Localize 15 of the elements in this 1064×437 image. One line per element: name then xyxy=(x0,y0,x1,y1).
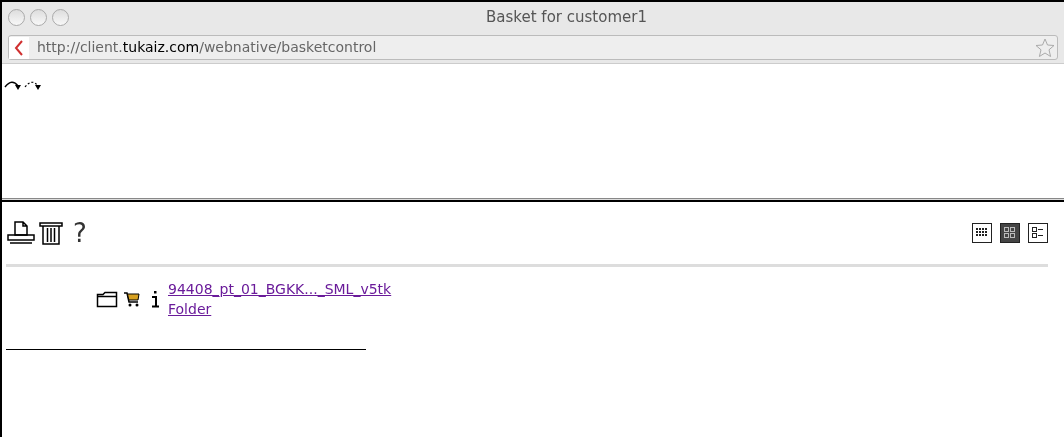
list-view-icon[interactable] xyxy=(1028,223,1048,243)
folder-icon[interactable] xyxy=(96,290,118,308)
print-icon[interactable] xyxy=(6,220,36,246)
url-text: http://client.tukaiz.com/webnative/basketcontrol xyxy=(37,38,377,57)
item-name-link[interactable]: 94408_pt_01_BGKK..._SML_v5tk xyxy=(168,279,392,299)
grid-view-icon[interactable] xyxy=(972,223,992,243)
back-icon[interactable] xyxy=(9,36,29,59)
star-icon[interactable] xyxy=(1035,37,1055,58)
trash-icon[interactable] xyxy=(37,220,65,246)
address-bar[interactable]: http://client.tukaiz.com/webnative/basketcontrol xyxy=(8,35,1058,60)
help-button[interactable]: ? xyxy=(73,220,87,246)
cart-icon[interactable] xyxy=(122,290,142,308)
item-type-link[interactable]: Folder xyxy=(168,299,212,319)
window-title: Basket for customer1 xyxy=(486,6,647,28)
grid-view-icon[interactable] xyxy=(1000,223,1020,243)
